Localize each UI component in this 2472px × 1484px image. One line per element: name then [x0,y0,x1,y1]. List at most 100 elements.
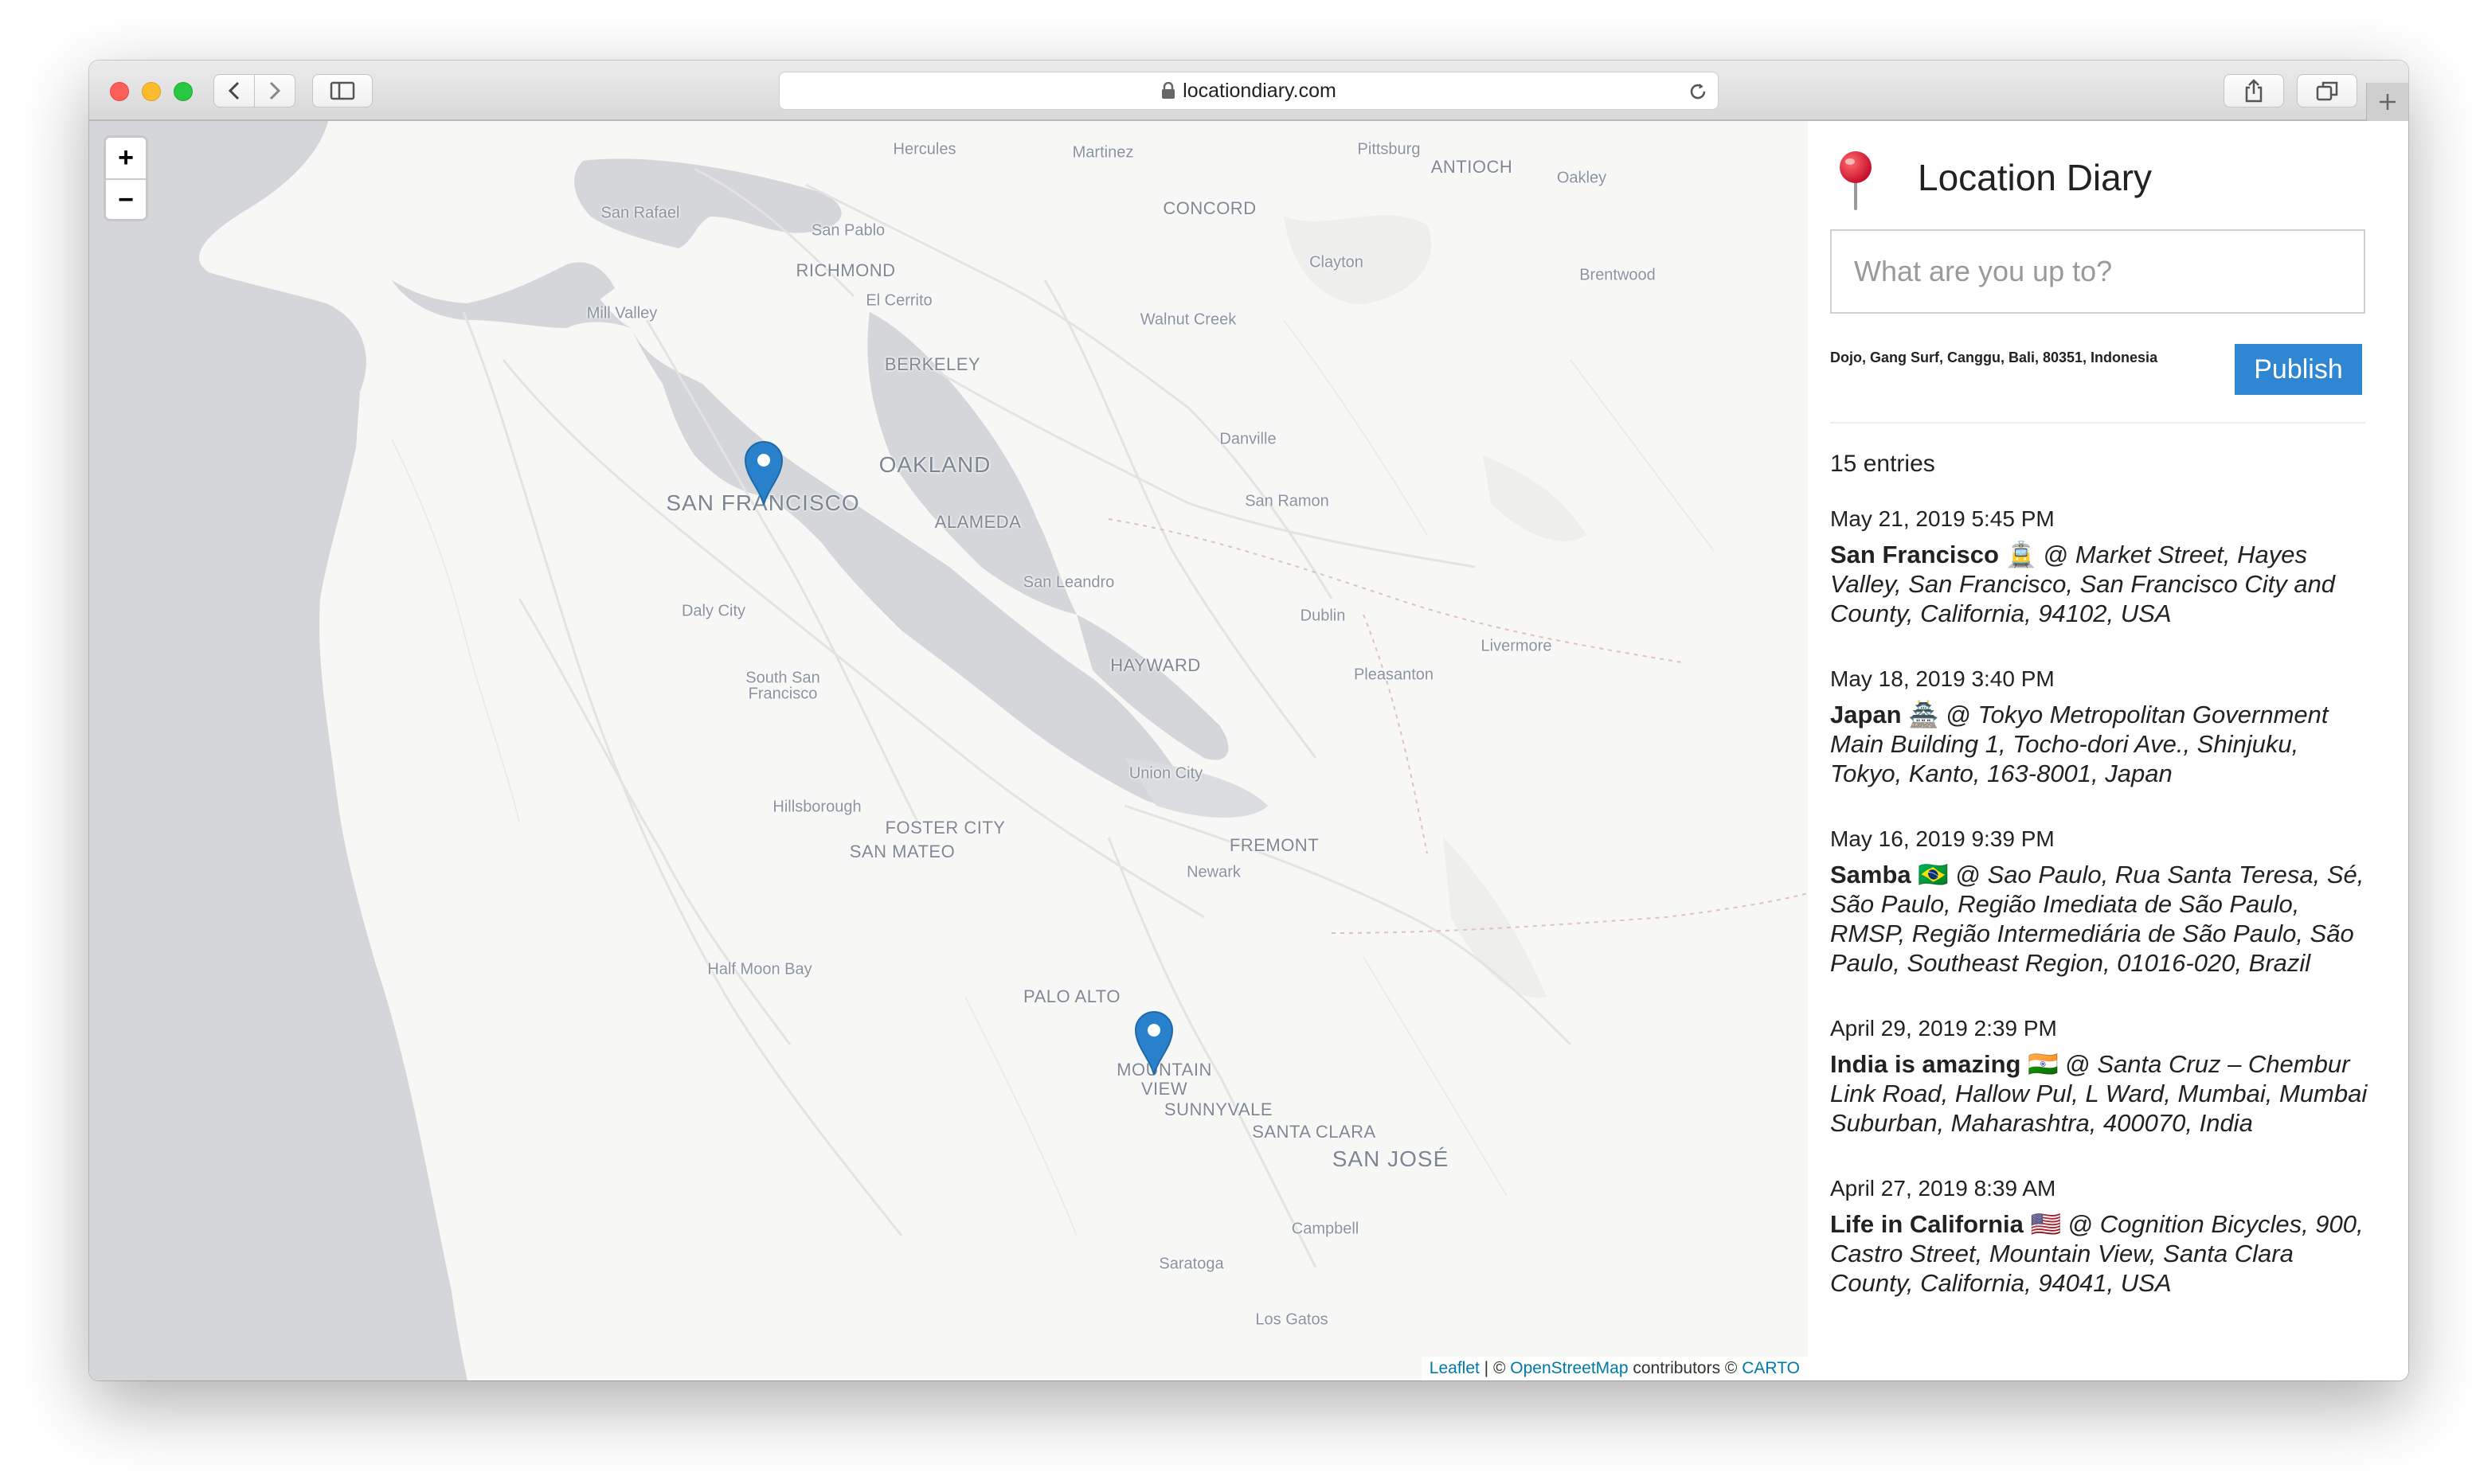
forward-icon [269,81,281,100]
map-label: Hillsborough [772,798,862,816]
map-label: Campbell [1291,1220,1359,1238]
entries-list: May 21, 2019 5:45 PM San Francisco 🚊 @ M… [1830,506,2372,1336]
share-icon [2245,79,2263,103]
back-button[interactable] [213,74,255,107]
map-label: Saratoga [1159,1255,1224,1273]
attribution-contributors: contributors © [1628,1359,1743,1377]
address-bar[interactable]: locationdiary.com [779,72,1719,110]
diary-entry[interactable]: May 16, 2019 9:39 PM Samba 🇧🇷 @ Sao Paul… [1830,826,2372,978]
entry-date: May 16, 2019 9:39 PM [1830,826,2055,851]
minimize-window-button[interactable] [142,82,161,101]
tabs-icon [2316,81,2338,101]
map-label: BERKELEY [884,354,981,374]
back-icon [228,81,240,100]
forward-button[interactable] [254,74,295,107]
share-button[interactable] [2224,74,2284,107]
browser-window: locationdiary.com + − Hercules Martinez … [89,61,2408,1381]
entry-title: San Francisco [1830,541,1999,568]
map-label: RICHMOND [796,260,896,280]
pushpin-icon [1840,151,1872,210]
entry-at: @ [2036,541,2075,568]
map-label: Brentwood [1579,266,1656,284]
entry-at: @ [1938,701,1978,728]
location-marker[interactable] [1134,1011,1174,1076]
map-label: Union City [1128,764,1203,783]
entry-title: Life in California [1830,1210,2024,1238]
map-view[interactable]: + − Hercules Martinez Pittsburg ANTIOCH … [89,121,1808,1381]
carto-link[interactable]: CARTO [1742,1359,1800,1377]
map-label: Newark [1187,863,1241,881]
map-label: Los Gatos [1255,1310,1328,1329]
zoom-control: + − [104,135,148,221]
map-label: Hercules [893,140,956,158]
entry-at: @ [2061,1210,2100,1238]
entry-at: @ [1948,861,1988,888]
attribution-separator: | © [1479,1359,1511,1377]
map-label: San Pablo [811,221,886,240]
map-label: Danville [1219,430,1277,448]
diary-entry[interactable]: April 27, 2019 8:39 AM Life in Californi… [1830,1176,2372,1298]
entry-emoji: 🇺🇸 [2030,1210,2062,1238]
publish-button[interactable]: Publish [2235,344,2362,395]
map-label: VIEW [1140,1079,1188,1099]
entry-title: India is amazing [1830,1050,2021,1078]
map-label: Walnut Creek [1140,310,1237,329]
new-tab-button[interactable] [2366,83,2408,121]
map-label: San Leandro [1023,573,1115,592]
map-label: Mill Valley [586,304,658,322]
map-label: Dublin [1300,607,1346,625]
entry-count: 15 entries [1830,451,1935,477]
entry-title: Samba [1830,861,1911,888]
leaflet-link[interactable]: Leaflet [1430,1359,1480,1377]
map-label: OAKLAND [878,452,992,477]
entry-body: India is amazing 🇮🇳 @ Santa Cruz – Chemb… [1830,1049,2372,1138]
openstreetmap-link[interactable]: OpenStreetMap [1510,1359,1628,1377]
map-label: CONCORD [1163,198,1257,218]
zoom-window-button[interactable] [174,82,193,101]
map-label: Livermore [1480,637,1552,655]
map-label: HAYWARD [1110,655,1201,675]
location-marker[interactable] [744,441,784,506]
map-label: SAN MATEO [849,842,956,861]
map-label: El Cerrito [866,291,933,310]
map-label: FOSTER CITY [885,818,1006,838]
map-label: ALAMEDA [934,512,1022,532]
map-label: Martinez [1072,143,1134,162]
map-label: SAN JOSÉ [1332,1146,1449,1171]
map-label: FREMONT [1229,835,1320,855]
reload-icon[interactable] [1688,81,1708,102]
entry-title: Japan [1830,701,1902,728]
entry-body: San Francisco 🚊 @ Market Street, Hayes V… [1830,540,2372,628]
map-label: San Rafael [600,204,680,222]
zoom-out-button[interactable]: − [106,180,146,219]
browser-toolbar: locationdiary.com [89,61,2408,121]
entry-emoji: 🚊 [2005,541,2037,568]
map-label: SUNNYVALE [1164,1099,1273,1119]
app-title: Location Diary [1918,157,2153,198]
map-label: PALO ALTO [1023,986,1121,1006]
show-tabs-button[interactable] [2297,74,2357,107]
diary-entry[interactable]: May 21, 2019 5:45 PM San Francisco 🚊 @ M… [1830,506,2372,628]
diary-entry[interactable]: April 29, 2019 2:39 PM India is amazing … [1830,1016,2372,1138]
current-location-text: Dojo, Gang Surf, Canggu, Bali, 80351, In… [1830,350,2158,365]
map-label: Pittsburg [1357,140,1421,158]
status-input[interactable] [1830,229,2365,314]
close-window-button[interactable] [110,82,129,101]
map-label: Half Moon Bay [707,960,812,978]
entry-emoji: 🇮🇳 [2028,1050,2059,1078]
entry-body: Samba 🇧🇷 @ Sao Paulo, Rua Santa Teresa, … [1830,860,2372,978]
entry-date: April 29, 2019 2:39 PM [1830,1016,2057,1041]
map-label: Oakley [1556,169,1607,187]
map-label: Daly City [681,602,746,620]
plus-icon [2380,94,2396,110]
map-tiles [89,121,1808,1381]
divider [1830,422,2365,424]
diary-entry[interactable]: May 18, 2019 3:40 PM Japan 🏯 @ Tokyo Met… [1830,666,2372,788]
entry-body: Life in California 🇺🇸 @ Cognition Bicycl… [1830,1209,2372,1298]
entry-body: Japan 🏯 @ Tokyo Metropolitan Government … [1830,700,2372,788]
sidebar-toggle-button[interactable] [312,74,373,107]
entry-at: @ [2058,1050,2098,1078]
entry-date: May 21, 2019 5:45 PM [1830,506,2055,531]
zoom-in-button[interactable]: + [106,138,146,180]
entry-emoji: 🏯 [1908,701,1939,728]
